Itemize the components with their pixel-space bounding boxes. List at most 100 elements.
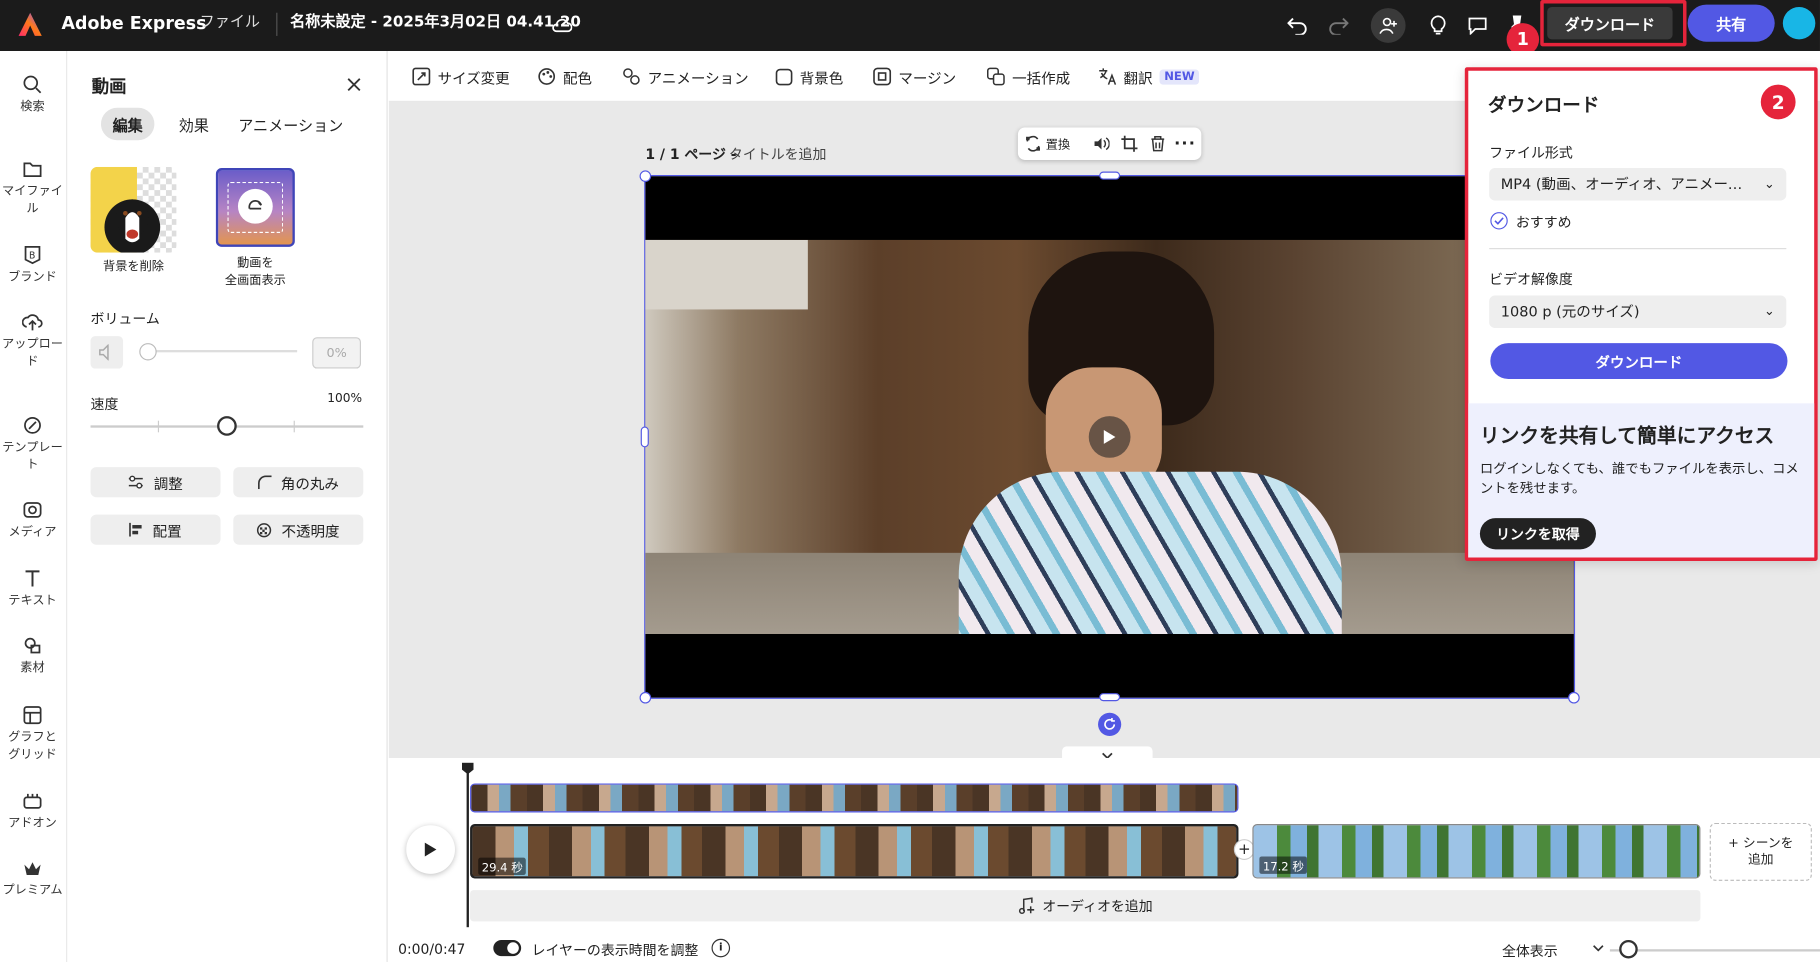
mute-speaker-icon[interactable] (90, 336, 124, 369)
remove-background-label: 背景を削除 (103, 259, 164, 274)
resize-handle[interactable] (1099, 171, 1121, 180)
play-button[interactable] (406, 825, 455, 874)
rail-item-media[interactable]: メディア (0, 500, 65, 542)
resize-handle[interactable] (639, 691, 652, 704)
download-confirm-button[interactable]: ダウンロード (1490, 343, 1788, 379)
rail-item-elements[interactable]: 素材 (0, 635, 65, 677)
layer-duration-toggle[interactable] (493, 939, 522, 957)
download-button[interactable]: ダウンロード (1547, 6, 1673, 40)
zoom-slider-track[interactable] (1609, 949, 1820, 952)
volume-value-field[interactable]: 0% (312, 337, 361, 369)
resolution-select[interactable]: 1080 p (元のサイズ) ⌄ (1489, 295, 1787, 328)
tab-edit[interactable]: 編集 (100, 107, 155, 141)
color-label: 配色 (562, 68, 592, 87)
share-link-description: ログインしなくても、誰でもファイルを表示し、コメントを残せます。 (1479, 460, 1799, 497)
volume-icon[interactable] (1090, 132, 1113, 155)
add-audio-button[interactable]: オーディオを追加 (470, 890, 1701, 922)
rail-label: マイファイル (2, 184, 63, 216)
rail-label: テキスト (8, 593, 57, 608)
share-link-heading: リンクを共有して簡単にアクセス (1479, 425, 1775, 449)
undo-icon[interactable] (1285, 13, 1311, 38)
playhead[interactable] (466, 767, 469, 928)
resize-button[interactable]: サイズ変更 (412, 51, 510, 102)
bulk-create-button[interactable]: 一括作成 (987, 51, 1070, 102)
playhead-knob[interactable] (461, 762, 474, 775)
resize-handle[interactable] (639, 170, 652, 182)
speed-label: 速度 (90, 396, 119, 413)
rail-label: グラフとグリッド (8, 730, 57, 762)
rail-item-upload[interactable]: アップロード (0, 312, 65, 371)
timeline: 29.4 秒 + 17.2 秒 + シーンを追加 オーディオを追加 0:00/0… (388, 757, 1820, 962)
crown-icon (24, 862, 41, 876)
rail-item-myfiles[interactable]: マイファイル (0, 159, 65, 218)
document-title[interactable]: 名称未設定 - 2025年3月02日 04.41.20 (290, 0, 581, 51)
tab-animation[interactable]: アニメーション (236, 108, 346, 140)
rail-item-search[interactable]: 検索 (0, 74, 65, 116)
speed-slider-handle[interactable] (217, 416, 237, 436)
page-title-input[interactable]: タイトルを追加 (729, 144, 827, 164)
adjust-button[interactable]: 調整 (90, 467, 221, 498)
video-clip-1[interactable]: 29.4 秒 (470, 824, 1239, 879)
lightbulb-icon[interactable] (1425, 13, 1451, 38)
resize-handle[interactable] (1099, 693, 1121, 702)
resize-handle[interactable] (1568, 691, 1580, 704)
volume-slider-handle[interactable] (139, 343, 157, 361)
speed-tick (293, 420, 295, 433)
opacity-button[interactable]: 不透明度 (233, 514, 364, 545)
rail-item-text[interactable]: テキスト (0, 568, 65, 610)
video-clip-2[interactable]: 17.2 秒 (1252, 824, 1701, 879)
check-circle-icon (1490, 212, 1508, 230)
avatar[interactable] (1782, 6, 1816, 40)
zoom-slider-handle[interactable] (1619, 939, 1638, 959)
step-badge-2-label: 2 (1771, 90, 1785, 114)
more-icon[interactable]: ··· (1173, 132, 1196, 155)
rail-item-grid[interactable]: グラフとグリッド (0, 705, 65, 764)
adobe-logo-icon[interactable] (17, 12, 43, 37)
close-icon[interactable] (344, 74, 365, 95)
play-video-icon[interactable] (1088, 416, 1131, 458)
audio-track-strip[interactable] (470, 783, 1239, 813)
video-element[interactable] (639, 170, 1580, 704)
share-button[interactable]: 共有 (1687, 4, 1775, 42)
invite-user-icon[interactable] (1370, 8, 1406, 43)
rail-label: 検索 (20, 99, 45, 114)
info-icon[interactable]: i (711, 938, 731, 958)
rail-label: テンプレート (2, 440, 63, 472)
arrange-button[interactable]: 配置 (90, 514, 221, 545)
animation-button[interactable]: アニメーション (622, 51, 749, 102)
corner-radius-button[interactable]: 角の丸み (233, 467, 364, 498)
search-icon (23, 75, 42, 94)
add-scene-button[interactable]: + シーンを追加 (1709, 822, 1812, 881)
crop-icon[interactable] (1118, 132, 1141, 155)
rotate-icon[interactable] (1098, 712, 1122, 736)
remove-background-thumb[interactable] (90, 166, 177, 253)
rail-item-brand[interactable]: B ブランド (0, 245, 65, 287)
color-button[interactable]: 配色 (537, 51, 592, 102)
rail-item-addons[interactable]: アドオン (0, 790, 65, 832)
rail-item-premium[interactable]: プレミアム (0, 858, 65, 900)
get-link-button[interactable]: リンクを取得 (1479, 518, 1596, 550)
step-badge-1-label: 1 (1516, 28, 1529, 50)
comment-icon[interactable] (1465, 13, 1491, 38)
tab-effects[interactable]: 効果 (171, 108, 217, 140)
background-color-button[interactable]: 背景色 (775, 51, 843, 102)
translate-button[interactable]: 翻訳 NEW (1098, 51, 1200, 102)
redo-icon[interactable] (1326, 13, 1352, 38)
replace-button[interactable]: 置換 (1025, 127, 1070, 159)
rail-item-templates[interactable]: テンプレート (0, 415, 65, 474)
margin-button[interactable]: マージン (873, 51, 956, 102)
trash-icon[interactable] (1146, 132, 1169, 155)
resize-handle[interactable] (640, 426, 649, 448)
toggle-knob (507, 942, 519, 954)
rail-label: メディア (8, 525, 57, 539)
speed-value: 100% (327, 391, 363, 406)
app-name[interactable]: Adobe Express (62, 0, 207, 51)
file-format-select[interactable]: MP4 (動画、オーディオ、アニメーション) ⌄ (1489, 168, 1787, 201)
grid-icon (23, 706, 42, 725)
volume-slider-track[interactable] (143, 350, 298, 353)
file-menu[interactable]: ファイル (200, 0, 260, 51)
fullscreen-video-thumb[interactable] (215, 168, 295, 247)
zoom-fit-label[interactable]: 全体表示 (1502, 941, 1558, 961)
zoom-dropdown-chevron-icon[interactable] (1591, 941, 1605, 955)
cloud-icon[interactable] (550, 13, 573, 36)
